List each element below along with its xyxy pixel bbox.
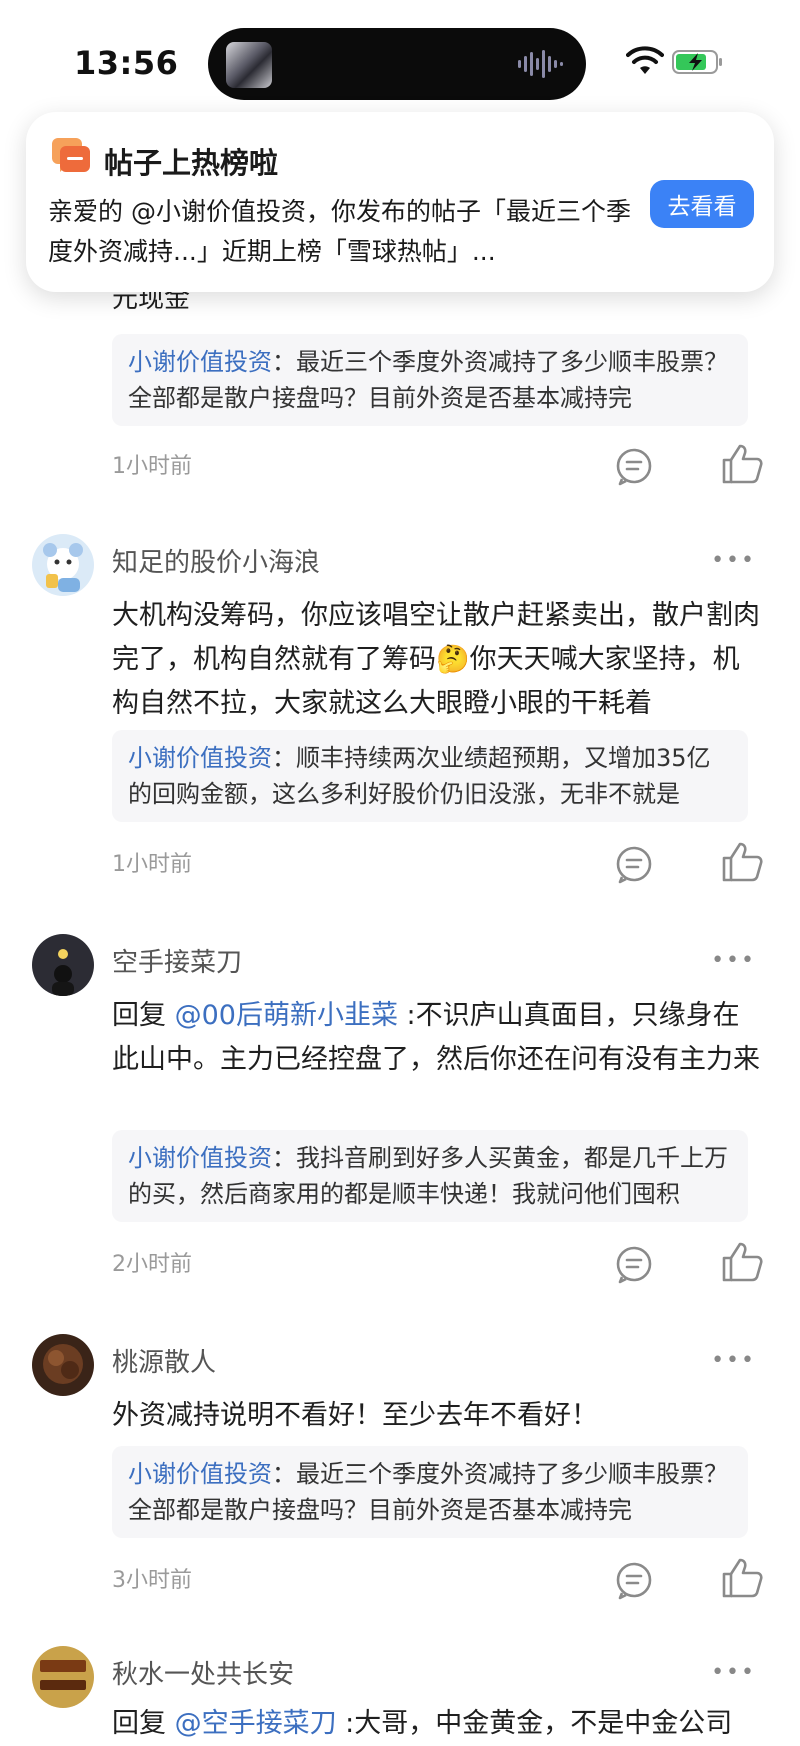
comment-author[interactable]: 桃源散人 [112,1342,216,1379]
thumbs-up-icon[interactable] [720,1556,764,1600]
quoted-post[interactable]: 小谢价值投资：最近三个季度外资减持了多少顺丰股票？全部都是散户接盘吗？目前外资是… [112,1446,748,1538]
comment-time: 2小时前 [112,1252,192,1277]
comment-time: 1小时前 [112,852,192,877]
quote-user[interactable]: 小谢价值投资 [128,744,272,772]
thumbs-up-icon[interactable] [720,1240,764,1284]
dynamic-island[interactable] [208,28,586,100]
comment-author[interactable]: 知足的股价小海浪 [112,542,320,579]
quote-user[interactable]: 小谢价值投资 [128,1460,272,1488]
reply-mention[interactable]: @00后萌新小韭菜 [175,1000,398,1031]
quoted-post[interactable]: 小谢价值投资：我抖音刷到好多人买黄金，都是几千上万的买，然后商家用的都是顺丰快递… [112,1130,748,1222]
wifi-icon [626,46,664,74]
more-options-icon[interactable]: ••• [711,548,756,573]
reply-icon[interactable] [614,844,654,884]
quoted-post[interactable]: 小谢价值投资：最近三个季度外资减持了多少顺丰股票？全部都是散户接盘吗？目前外资是… [112,334,748,426]
album-art-icon [226,42,272,88]
comment-time: 3小时前 [112,1568,192,1593]
avatar[interactable] [32,534,94,596]
comment-text: 回复 @空手接菜刀 :大哥，中金黄金，不是中金公司 [112,1708,733,1739]
quote-user[interactable]: 小谢价值投资 [128,348,272,376]
hot-list-notification[interactable]: 帖子上热榜啦 亲爱的 @小谢价值投资，你发布的帖子「最近三个季度外资减持...」… [26,112,774,292]
chat-bubble-icon [52,138,90,172]
thinking-emoji-icon: 🤔 [436,644,470,675]
quoted-post[interactable]: 小谢价值投资：顺丰持续两次业绩超预期，又增加35亿的回购金额，这么多利好股价仍旧… [112,730,748,822]
status-time: 13:56 [74,44,179,82]
avatar[interactable] [32,1646,94,1708]
comment-text: 大机构没筹码，你应该唱空让散户赶紧卖出，散户割肉完了，机构自然就有了筹码🤔你天天… [112,600,760,719]
notification-body: 亲爱的 @小谢价值投资，你发布的帖子「最近三个季度外资减持...」近期上榜「雪球… [48,197,631,266]
thumbs-up-icon[interactable] [720,442,764,486]
battery-charging-icon [672,50,722,74]
audio-wave-icon [518,50,563,78]
more-options-icon[interactable]: ••• [711,1348,756,1373]
reply-icon[interactable] [614,446,654,486]
quote-user[interactable]: 小谢价值投资 [128,1144,272,1172]
comment-author[interactable]: 空手接菜刀 [112,942,242,979]
notification-title: 帖子上热榜啦 [104,146,279,180]
avatar[interactable] [32,1334,94,1396]
more-options-icon[interactable]: ••• [711,948,756,973]
go-see-button[interactable]: 去看看 [650,180,754,228]
comment-time: 1小时前 [112,454,192,479]
avatar[interactable] [32,934,94,996]
more-options-icon[interactable]: ••• [711,1660,756,1685]
thumbs-up-icon[interactable] [720,840,764,884]
comment-text: 回复 @00后萌新小韭菜 :不识庐山真面目，只缘身在此山中。主力已经控盘了，然后… [112,1000,760,1075]
reply-mention[interactable]: @空手接菜刀 [175,1708,337,1739]
comment-text: 外资减持说明不看好！至少去年不看好！ [112,1400,598,1431]
reply-icon[interactable] [614,1560,654,1600]
reply-icon[interactable] [614,1244,654,1284]
comment-author[interactable]: 秋水一处共长安 [112,1654,294,1691]
